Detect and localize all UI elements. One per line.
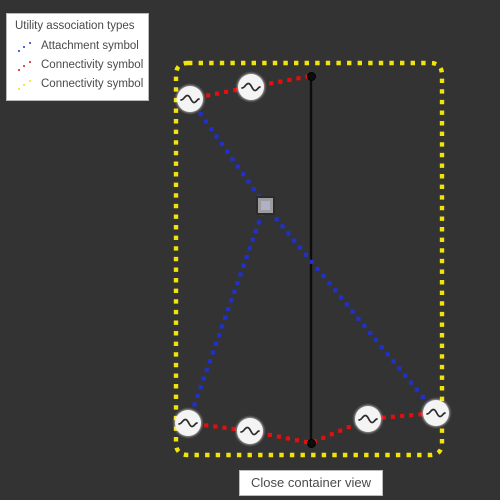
container-dotted-line-icon xyxy=(15,77,37,93)
device-node-bottom-left[interactable] xyxy=(175,410,201,436)
container-square[interactable] xyxy=(256,196,275,215)
attachment-dotted-line-icon xyxy=(15,39,37,55)
legend-item-connectivity-yellow[interactable]: Connectivity symbol xyxy=(15,75,144,94)
container-inner-glyph xyxy=(261,201,270,210)
sine-wave-path xyxy=(426,408,446,418)
device-node-top-left[interactable] xyxy=(177,86,203,112)
legend-item-label: Attachment symbol xyxy=(41,40,139,52)
device-node-bottom-right[interactable] xyxy=(423,400,449,426)
device-node-bottom-midright[interactable] xyxy=(355,406,381,432)
sine-wave-symbol-icon xyxy=(426,408,446,418)
legend-panel: Utility association types Attachment sym… xyxy=(6,13,149,101)
legend-item-connectivity-red[interactable]: Connectivity symbol xyxy=(15,56,144,75)
container-boundary-outline[interactable] xyxy=(173,60,445,458)
sine-wave-symbol-icon xyxy=(241,82,261,92)
device-node-bottom-midleft[interactable] xyxy=(237,418,263,444)
legend-item-label: Connectivity symbol xyxy=(41,78,144,90)
edges-layer xyxy=(185,74,437,445)
edge-attachment-lower-left[interactable] xyxy=(186,202,268,424)
edge-attachment-lower-right[interactable] xyxy=(262,202,437,414)
sine-wave-symbol-icon xyxy=(358,414,378,424)
sine-wave-path xyxy=(241,82,261,92)
sine-wave-symbol-icon xyxy=(240,426,260,436)
close-container-view-button[interactable]: Close container view xyxy=(239,470,383,496)
sine-wave-path xyxy=(180,94,200,104)
edge-vertex-bottom[interactable] xyxy=(306,438,316,448)
legend-item-label: Connectivity symbol xyxy=(41,59,144,71)
device-node-top-mid[interactable] xyxy=(238,74,264,100)
container-view-app: Utility association types Attachment sym… xyxy=(0,0,500,500)
sine-wave-path xyxy=(178,418,198,428)
sine-wave-path xyxy=(358,414,378,424)
legend-item-attachment[interactable]: Attachment symbol xyxy=(15,37,142,56)
container-boundary xyxy=(173,60,445,458)
edge-attachment-upper-left[interactable] xyxy=(187,96,267,207)
legend-title: Utility association types xyxy=(15,20,135,32)
sine-wave-path xyxy=(240,426,260,436)
sine-wave-symbol-icon xyxy=(178,418,198,428)
sine-wave-symbol-icon xyxy=(180,94,200,104)
connectivity-dotted-line-icon xyxy=(15,58,37,74)
edge-vertex-top[interactable] xyxy=(306,71,316,81)
